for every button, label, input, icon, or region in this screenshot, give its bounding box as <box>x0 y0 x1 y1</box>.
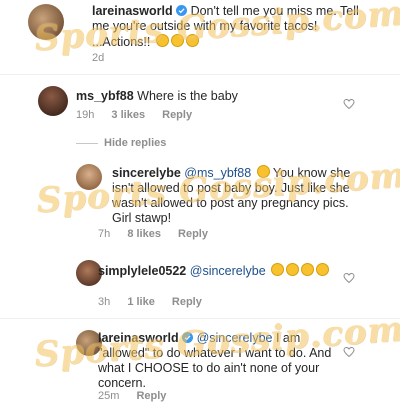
hide-replies-button[interactable]: Hide replies <box>104 137 166 149</box>
comment-likes[interactable]: 8 likes <box>127 228 161 240</box>
emoji-icon <box>286 263 300 276</box>
reply-button[interactable]: Reply <box>172 296 202 308</box>
comment-username[interactable]: simplylele0522 <box>98 264 186 278</box>
hide-replies-line <box>76 143 98 144</box>
comment-meta: 3h 1 like Reply <box>98 296 216 308</box>
avatar[interactable] <box>38 86 68 116</box>
comment-username[interactable]: ms_ybf88 <box>76 89 134 103</box>
heart-icon[interactable] <box>343 272 355 284</box>
comment-text: ms_ybf88 Where is the baby <box>76 89 336 104</box>
heart-icon[interactable] <box>343 98 355 110</box>
reply-button[interactable]: Reply <box>162 109 192 121</box>
comment-body: Where is the baby <box>137 89 238 103</box>
emoji-icon <box>271 263 285 276</box>
comment-meta: 7h 8 likes Reply <box>98 228 222 240</box>
comment-likes[interactable]: 1 like <box>127 296 155 308</box>
comment-time: 19h <box>76 109 95 121</box>
comment-time: 3h <box>98 296 111 308</box>
mention-link[interactable]: @sincerelybe <box>190 264 266 278</box>
comment-time: 25m <box>98 390 120 402</box>
divider <box>0 74 400 75</box>
comment-meta: 25m Reply <box>98 390 180 402</box>
watermark-logo: Sports Gossip.com <box>33 0 400 59</box>
emoji-icon <box>301 263 315 276</box>
reply-button[interactable]: Reply <box>136 390 166 402</box>
reply-button[interactable]: Reply <box>178 228 208 240</box>
comment-meta: 19h 3 likes Reply <box>76 109 206 121</box>
comment-likes[interactable]: 3 likes <box>111 109 145 121</box>
emoji-icon <box>316 263 330 276</box>
comment-time: 7h <box>98 228 111 240</box>
comment-text: simplylele0522 @sincerelybe <box>98 263 348 279</box>
